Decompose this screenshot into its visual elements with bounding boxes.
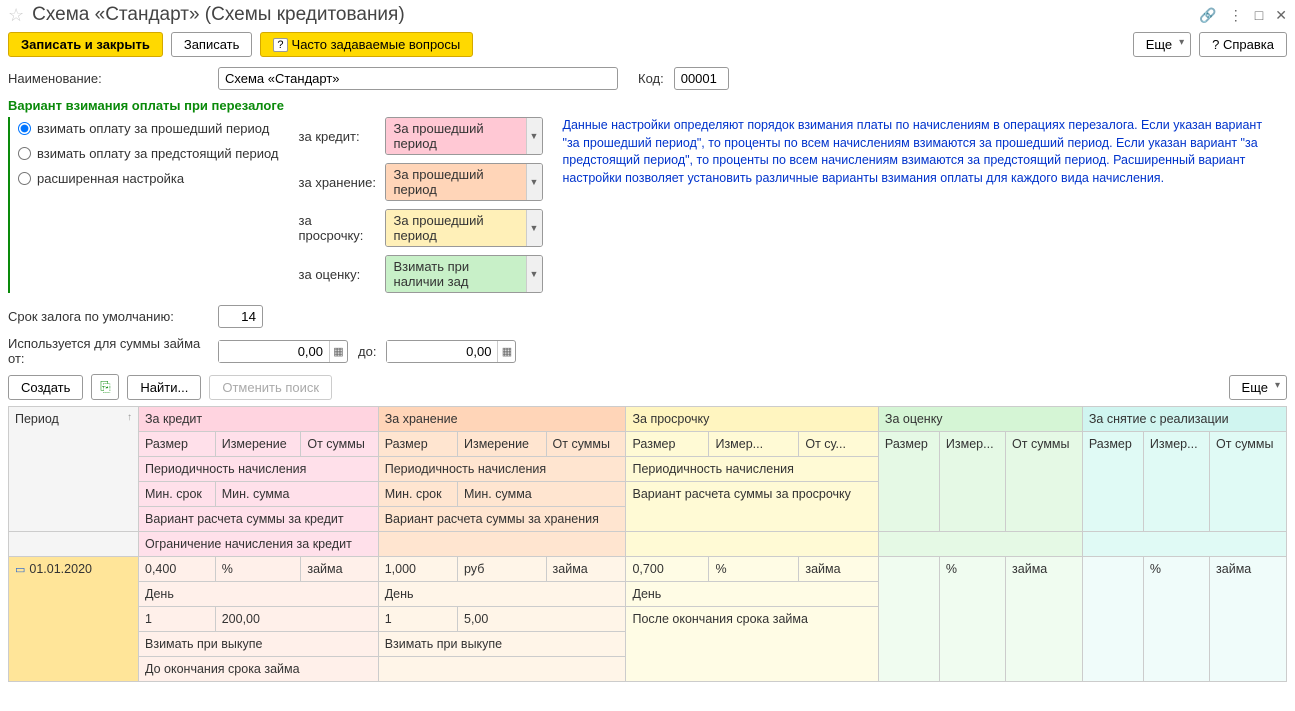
find-button[interactable]: Найти... [127, 375, 201, 400]
calculator-icon[interactable]: ▦ [497, 341, 515, 362]
rates-table: Период↑ За кредит За хранение За просроч… [8, 406, 1287, 682]
name-label: Наименование: [8, 71, 208, 86]
col-overdue[interactable]: За просрочку [626, 407, 878, 432]
eval-setting-label: за оценку: [299, 267, 379, 282]
chevron-down-icon[interactable]: ▼ [526, 256, 542, 292]
close-icon[interactable]: ✕ [1275, 7, 1287, 24]
variant-info-text: Данные настройки определяют порядок взим… [563, 117, 1273, 293]
code-label: Код: [638, 71, 664, 86]
chevron-down-icon[interactable]: ▼ [526, 210, 542, 246]
storage-setting-select[interactable]: За прошедший период▼ [385, 163, 543, 201]
sum-from-label: Используется для суммы займа от: [8, 336, 208, 366]
col-storage[interactable]: За хранение [378, 407, 626, 432]
maximize-icon[interactable]: □ [1255, 7, 1263, 23]
link-icon[interactable]: 🔗 [1199, 7, 1216, 24]
more-button[interactable]: Еще [1133, 32, 1191, 57]
radio-extended[interactable]: расширенная настройка [18, 171, 279, 186]
sum-from-input[interactable] [219, 341, 329, 362]
chevron-down-icon[interactable]: ▼ [526, 118, 542, 154]
term-input[interactable] [218, 305, 263, 328]
col-credit[interactable]: За кредит [139, 407, 379, 432]
cancel-search-button: Отменить поиск [209, 375, 332, 400]
storage-setting-label: за хранение: [299, 175, 379, 190]
favorite-star-icon[interactable]: ☆ [8, 5, 24, 26]
table-more-button[interactable]: Еще [1229, 375, 1287, 400]
chevron-down-icon[interactable]: ▼ [526, 164, 542, 200]
sum-to-input[interactable] [387, 341, 497, 362]
name-input[interactable] [218, 67, 618, 90]
sum-to-label: до: [358, 344, 376, 359]
radio-past-period[interactable]: взимать оплату за прошедший период [18, 121, 279, 136]
credit-setting-select[interactable]: За прошедший период▼ [385, 117, 543, 155]
kebab-menu-icon[interactable]: ⋮ [1229, 7, 1243, 24]
question-icon: ? [273, 38, 287, 52]
overdue-setting-select[interactable]: За прошедший период▼ [385, 209, 543, 247]
credit-setting-label: за кредит: [299, 129, 379, 144]
create-button[interactable]: Создать [8, 375, 83, 400]
save-close-button[interactable]: Записать и закрыть [8, 32, 163, 57]
page-title: Схема «Стандарт» (Схемы кредитования) [32, 4, 1191, 26]
col-eval[interactable]: За оценку [878, 407, 1082, 432]
eval-setting-select[interactable]: Взимать при наличии зад▼ [385, 255, 543, 293]
term-label: Срок залога по умолчанию: [8, 309, 208, 324]
col-release[interactable]: За снятие с реализации [1082, 407, 1286, 432]
col-period[interactable]: Период↑ [9, 407, 139, 532]
table-row[interactable]: ▭01.01.2020 0,400%займа 1,000рубзайма 0,… [9, 557, 1287, 582]
overdue-setting-label: за просрочку: [299, 213, 379, 243]
faq-button[interactable]: ?Часто задаваемые вопросы [260, 32, 473, 57]
code-input[interactable] [674, 67, 729, 90]
calculator-icon[interactable]: ▦ [329, 341, 347, 362]
help-button[interactable]: ? Справка [1199, 32, 1287, 57]
radio-future-period[interactable]: взимать оплату за предстоящий период [18, 146, 279, 161]
copy-button[interactable]: ⎘ [91, 374, 119, 400]
row-icon: ▭ [15, 564, 25, 576]
variant-section-title: Вариант взимания оплаты при перезалоге [8, 98, 1287, 113]
save-button[interactable]: Записать [171, 32, 253, 57]
